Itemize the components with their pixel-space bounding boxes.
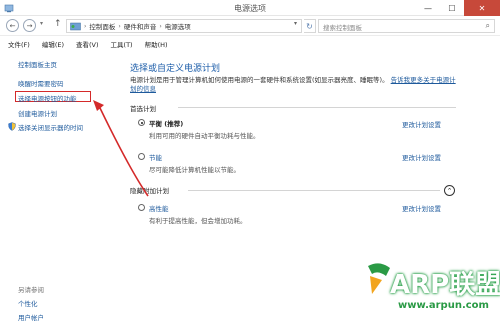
watermark-logo-text: ARP联盟 bbox=[390, 270, 500, 300]
description-text: 电源计划是用于管理计算机如何使用电源的一套硬件和系统设置(如显示器亮度、睡眠等)… bbox=[130, 76, 389, 84]
breadcrumb-separator: › bbox=[159, 22, 162, 30]
breadcrumb-separator: › bbox=[118, 22, 121, 30]
back-button[interactable]: ← bbox=[6, 19, 19, 32]
plan-high-performance-desc: 有利于提高性能，但会增加功耗。 bbox=[149, 217, 247, 225]
hidden-plans-heading: 隐藏附加计划 bbox=[130, 187, 169, 195]
menu-edit[interactable]: 编辑(E) bbox=[42, 37, 64, 50]
watermark-url: www.arpun.com bbox=[398, 300, 489, 311]
plan-high-performance-change-link[interactable]: 更改计划设置 bbox=[402, 203, 441, 213]
plan-power-saver-radio[interactable] bbox=[138, 153, 145, 160]
section-divider bbox=[178, 107, 456, 108]
see-also-heading: 另请参阅 bbox=[18, 286, 44, 294]
watermark-logo: ARP联盟 www.arpun.com bbox=[360, 256, 500, 334]
plan-power-saver-name[interactable]: 节能 bbox=[149, 152, 162, 162]
plan-high-performance-radio[interactable] bbox=[138, 204, 145, 211]
breadcrumb-power-options[interactable]: 电源选项 bbox=[165, 21, 191, 31]
sidebar-item-user-accounts[interactable]: 用户帐户 bbox=[18, 312, 44, 322]
breadcrumb-separator: › bbox=[84, 22, 87, 30]
minimize-button[interactable]: — bbox=[416, 0, 440, 16]
sidebar-item-power-button[interactable]: 选择电源按钮的功能 bbox=[18, 93, 77, 103]
page-description: 电源计划是用于管理计算机如何使用电源的一套硬件和系统设置(如显示器亮度、睡眠等)… bbox=[130, 76, 460, 94]
title-bar: 电源选项 — ☐ ✕ bbox=[0, 0, 500, 16]
search-input[interactable]: 搜索控制面板 ⌕ bbox=[318, 19, 495, 33]
menu-view[interactable]: 查看(V) bbox=[76, 37, 99, 50]
section-divider bbox=[188, 190, 440, 191]
breadcrumb-hardware-sound[interactable]: 硬件和声音 bbox=[124, 21, 157, 31]
plan-balanced-radio[interactable] bbox=[138, 119, 145, 126]
preferred-plans-heading: 首选计划 bbox=[130, 105, 156, 113]
plan-power-saver-change-link[interactable]: 更改计划设置 bbox=[402, 152, 441, 162]
control-panel-icon bbox=[70, 22, 81, 30]
address-bar: ← → ▾ ↑ › 控制面板 › 硬件和声音 › 电源选项 ▾ ↻ 搜索控制面板… bbox=[0, 16, 500, 36]
sidebar: 控制面板主页 唤醒时需要密码 选择电源按钮的功能 创建电源计划 选择关闭显示器的… bbox=[0, 51, 117, 334]
search-icon[interactable]: ⌕ bbox=[486, 21, 490, 31]
sidebar-item-create-plan[interactable]: 创建电源计划 bbox=[18, 108, 57, 118]
window-controls: — ☐ ✕ bbox=[416, 0, 500, 16]
forward-button[interactable]: → bbox=[23, 19, 36, 32]
plan-balanced-change-link[interactable]: 更改计划设置 bbox=[402, 119, 441, 129]
address-dropdown[interactable]: ▾ bbox=[294, 20, 297, 27]
shield-icon bbox=[8, 122, 16, 131]
sidebar-item-display-off-time[interactable]: 选择关闭显示器的时间 bbox=[18, 122, 83, 132]
close-button[interactable]: ✕ bbox=[464, 0, 500, 16]
chevron-up-icon[interactable]: ⌃ bbox=[444, 185, 455, 196]
menu-tools[interactable]: 工具(T) bbox=[111, 37, 133, 50]
up-button[interactable]: ↑ bbox=[54, 19, 62, 29]
menu-help[interactable]: 帮助(H) bbox=[145, 37, 168, 50]
plan-power-saver-desc: 尽可能降低计算机性能以节能。 bbox=[149, 166, 240, 174]
sidebar-item-personalization[interactable]: 个性化 bbox=[18, 298, 38, 308]
refresh-button[interactable]: ↻ bbox=[304, 19, 316, 33]
address-box[interactable]: › 控制面板 › 硬件和声音 › 电源选项 bbox=[66, 19, 302, 33]
sidebar-item-wake-password[interactable]: 唤醒时需要密码 bbox=[18, 78, 64, 88]
recent-pages-dropdown[interactable]: ▾ bbox=[40, 20, 43, 27]
search-placeholder: 搜索控制面板 bbox=[323, 24, 362, 32]
plan-balanced-name[interactable]: 平衡 (推荐) bbox=[149, 118, 183, 128]
plan-high-performance-name[interactable]: 高性能 bbox=[149, 203, 169, 213]
page-title: 选择或自定义电源计划 bbox=[130, 64, 221, 74]
maximize-button[interactable]: ☐ bbox=[440, 0, 464, 16]
plan-balanced-desc: 利用可用的硬件自动平衡功耗与性能。 bbox=[149, 132, 260, 140]
breadcrumb-control-panel[interactable]: 控制面板 bbox=[89, 21, 115, 31]
menu-bar: 文件(F) 编辑(E) 查看(V) 工具(T) 帮助(H) bbox=[0, 37, 500, 50]
menu-file[interactable]: 文件(F) bbox=[8, 37, 30, 50]
sidebar-item-control-panel-home[interactable]: 控制面板主页 bbox=[18, 59, 57, 69]
